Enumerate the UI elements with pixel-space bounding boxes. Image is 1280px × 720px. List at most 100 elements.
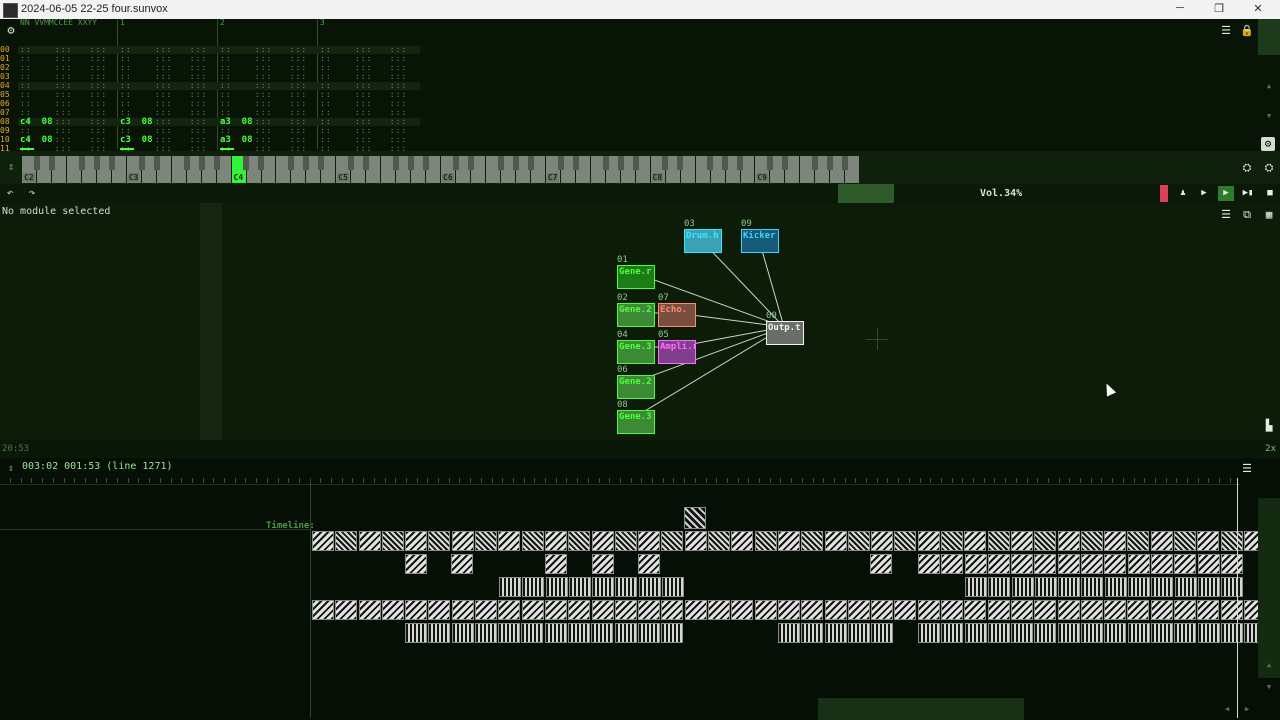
empty-cell[interactable]: :: ::: ::: [220,82,307,90]
black-key[interactable] [767,156,774,170]
scroll-up-icon[interactable]: ▴ [1262,658,1276,672]
pattern-block[interactable] [498,623,521,643]
pattern-block[interactable] [1081,554,1104,574]
pattern-block[interactable] [731,531,754,551]
empty-cell[interactable]: :: ::: ::: [320,118,407,126]
module-grid-icon[interactable]: ▦ [1262,208,1276,222]
play-from-start-icon[interactable]: ▶ [1196,186,1212,201]
pattern-block[interactable] [312,531,334,551]
pattern-block[interactable] [614,623,637,643]
pattern-block[interactable] [428,531,451,551]
note-cell[interactable]: a3 08 [220,136,253,145]
lock-icon[interactable]: 🔒 [1240,24,1254,38]
pattern-block[interactable] [1127,531,1150,551]
module-menu-icon[interactable]: ☰ [1219,208,1233,222]
pattern-block[interactable] [381,531,404,551]
empty-cell[interactable]: :: ::: ::: [120,91,207,99]
pattern-block[interactable] [1010,600,1033,620]
pattern-block[interactable] [1034,554,1057,574]
pattern-block[interactable] [1011,554,1034,574]
pattern-block[interactable] [1150,623,1173,643]
empty-cell[interactable]: :: ::: ::: [20,82,107,90]
pattern-block[interactable] [964,623,987,643]
black-key[interactable] [737,156,744,170]
pattern-block[interactable] [965,577,987,597]
pattern-block[interactable] [568,531,591,551]
pattern-block[interactable] [1104,554,1127,574]
empty-cell[interactable]: :: ::: ::: [20,46,107,54]
pattern-block[interactable] [964,531,987,551]
black-key[interactable] [602,156,609,170]
timeline-menu-icon[interactable]: ☰ [1240,462,1254,476]
pattern-block[interactable] [592,554,614,574]
settings-gear-icon[interactable]: ⚙ [1261,137,1275,151]
empty-cell[interactable]: :: ::: ::: [220,127,307,135]
pattern-block[interactable] [358,531,381,551]
empty-cell[interactable]: :: ::: ::: [20,91,107,99]
pattern-block[interactable] [312,600,334,620]
black-key[interactable] [722,156,729,170]
pattern-block[interactable] [544,623,567,643]
pattern-block[interactable] [1150,554,1173,574]
pattern-block[interactable] [1080,600,1103,620]
pattern-block[interactable] [661,600,684,620]
pattern-block[interactable] [987,600,1010,620]
pattern-block[interactable] [1081,577,1104,597]
pattern-block[interactable] [708,600,731,620]
pattern-block[interactable] [405,554,427,574]
pattern-block[interactable] [1197,531,1220,551]
pattern-block[interactable] [1127,600,1150,620]
pattern-block[interactable] [1057,554,1080,574]
pattern-block[interactable] [988,577,1011,597]
black-key[interactable] [138,156,145,170]
pattern-block[interactable] [1151,577,1174,597]
pattern-block[interactable] [941,600,964,620]
keyboard-settings-icon[interactable]: ⛭ [1240,161,1254,175]
module-kicker[interactable]: Kicker [741,229,779,253]
pattern-block[interactable] [568,623,591,643]
black-key[interactable] [183,156,190,170]
empty-cell[interactable]: :: ::: ::: [320,127,407,135]
scroll-down-icon[interactable]: ▾ [1262,680,1276,694]
pattern-block[interactable] [499,577,521,597]
empty-cell[interactable]: :: ::: ::: [320,82,407,90]
pattern-block[interactable] [1150,600,1173,620]
note-cell[interactable]: c4 08 [20,136,53,145]
pattern-block[interactable] [1057,531,1080,551]
pattern-block[interactable] [871,600,894,620]
pattern-block[interactable] [941,531,964,551]
pattern-block[interactable] [1173,531,1196,551]
pattern-block[interactable] [1034,531,1057,551]
empty-cell[interactable]: :: ::: ::: [120,46,207,54]
maximize-button[interactable]: ❐ [1209,2,1229,17]
pattern-block[interactable] [941,623,964,643]
module-echo-[interactable]: Echo. [658,303,696,327]
pattern-block[interactable] [1010,531,1033,551]
metronome-icon[interactable]: ♟ [1175,186,1191,201]
pattern-block[interactable] [824,623,847,643]
note-cell[interactable]: c3 08 [120,136,153,145]
pattern-block[interactable] [522,577,545,597]
pattern-block[interactable] [405,600,428,620]
module-gene-2[interactable]: Gene.2 [617,303,655,327]
pattern-block[interactable] [684,507,706,529]
pattern-block[interactable] [987,554,1010,574]
black-key[interactable] [842,156,849,170]
pattern-block[interactable] [941,554,964,574]
pattern-block[interactable] [894,600,917,620]
pattern-block[interactable] [1057,623,1080,643]
empty-cell[interactable]: :: ::: ::: [320,46,407,54]
pattern-block[interactable] [428,623,451,643]
pattern-block[interactable] [451,600,474,620]
play-pattern-icon[interactable]: ▶▮ [1240,186,1256,201]
pattern-block[interactable] [614,600,637,620]
black-key[interactable] [48,156,55,170]
pattern-block[interactable] [1173,600,1196,620]
pattern-block[interactable] [1127,554,1150,574]
black-key[interactable] [93,156,100,170]
pattern-block[interactable] [871,531,894,551]
pattern-block[interactable] [1104,577,1127,597]
black-key[interactable] [33,156,40,170]
pattern-block[interactable] [1174,577,1197,597]
pattern-block[interactable] [544,531,567,551]
